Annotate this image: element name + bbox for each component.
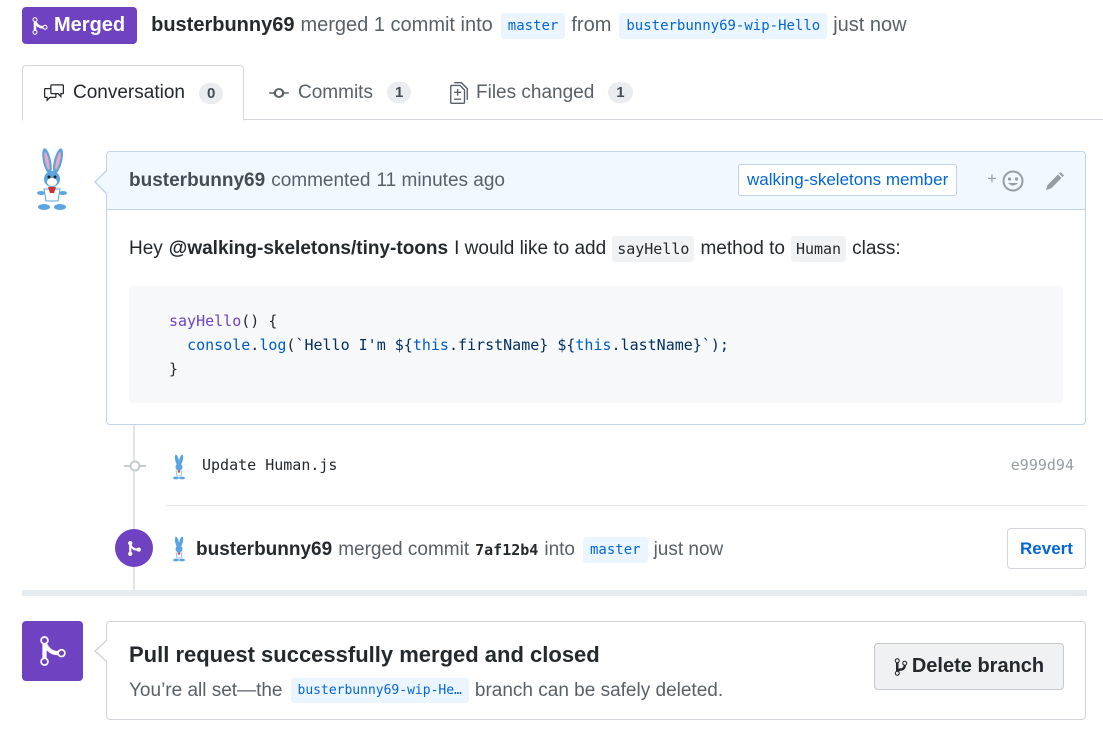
code-block: sayHello() { console.log(`Hello I'm ${th… (129, 286, 1063, 403)
merge-status-box: Pull request successfully merged and clo… (106, 621, 1086, 720)
commit-message-link[interactable]: Update Human.js (202, 456, 337, 474)
merged-status-icon-box (22, 621, 83, 681)
merge-status-description: You’re all set—the busterbunny69-wip-He…… (129, 678, 723, 703)
comment-discussion-icon (44, 84, 64, 102)
pencil-icon[interactable] (1043, 171, 1065, 193)
tab-commits-label: Commits (298, 81, 373, 103)
tab-files-changed-label: Files changed (476, 81, 595, 103)
comment-text-mid: I would like to add (454, 238, 607, 259)
commit-author-avatar[interactable] (170, 454, 188, 480)
inline-code-class: Human (790, 236, 847, 262)
author-role-badge: walking-skeletons member (738, 164, 958, 196)
merge-event-text: busterbunny69 merged commit 7af12b4 into… (196, 537, 723, 563)
git-merge-icon (32, 16, 48, 35)
comment-body: Hey @walking-skeletons/tiny-toons I woul… (107, 210, 1085, 403)
merge-event: busterbunny69 merged commit 7af12b4 into… (106, 526, 1086, 570)
code-log: log (259, 336, 287, 354)
merge-summary: busterbunny69 merged 1 commit into maste… (151, 12, 907, 39)
tab-commits-count: 1 (386, 82, 412, 103)
merge-status-title: Pull request successfully merged and clo… (129, 642, 600, 667)
git-commit-dot-icon (124, 460, 146, 472)
comment-author-link[interactable]: busterbunny69 (129, 170, 265, 192)
merge-into-text: into (544, 539, 575, 560)
comment-action: commented (271, 169, 371, 191)
git-merge-icon (39, 636, 66, 666)
status-pointer-fill (96, 641, 107, 661)
code-console: console (187, 336, 251, 354)
merge-action-text: merged 1 commit into (300, 14, 493, 36)
tab-files-changed[interactable]: Files changed 1 (450, 65, 633, 120)
tab-commits[interactable]: Commits 1 (268, 65, 412, 120)
merge-event-time: just now (653, 539, 724, 560)
code-close-brace: } (169, 360, 179, 378)
code-this-2: this (575, 336, 612, 354)
code-line1-rest: () { (241, 312, 278, 330)
header-time: just now (833, 14, 907, 36)
comment-text-prefix: Hey (129, 238, 163, 259)
code-string-start: `Hello I'm ${ (295, 336, 413, 354)
merged-state-badge: Merged (22, 7, 138, 44)
comment-text-suffix: class: (852, 238, 901, 259)
head-branch-label[interactable]: busterbunny69-wip-Hello (619, 12, 828, 39)
file-diff-icon (450, 81, 468, 104)
inline-code-method: sayHello (612, 236, 695, 262)
base-branch-label[interactable]: master (500, 12, 566, 39)
team-mention-link[interactable]: @walking-skeletons/tiny-toons (169, 238, 448, 260)
header-author-link[interactable]: busterbunny69 (151, 14, 294, 37)
git-commit-icon (269, 87, 289, 98)
comment-pointer-fill (96, 171, 107, 193)
commit-event: Update Human.js e999d94 (106, 445, 1086, 487)
author-avatar[interactable] (30, 147, 74, 213)
timeline-separator (166, 505, 1086, 506)
comment-header: busterbunny69 commented 11 minutes ago w… (107, 152, 1085, 210)
merge-event-badge (115, 529, 153, 567)
comment-text-mid2: method to (700, 238, 785, 259)
reaction-plus: + (987, 169, 997, 188)
status-branch-label[interactable]: busterbunny69-wip-He… (290, 678, 469, 703)
timeline-divider (22, 590, 1087, 596)
git-merge-icon (127, 540, 141, 556)
merge-target-branch[interactable]: master (582, 537, 648, 563)
pr-state-header: Merged busterbunny69 merged 1 commit int… (22, 7, 907, 44)
merge-author-avatar[interactable] (170, 535, 188, 563)
code-string-end: .lastName}`); (611, 336, 729, 354)
code-string-mid: .firstName} ${ (448, 336, 576, 354)
merged-state-label: Merged (54, 14, 126, 36)
smiley-icon (1002, 170, 1024, 192)
pr-tabs: Conversation 0 Commits 1 Files changed 1 (22, 65, 1103, 121)
status-desc-suffix: branch can be safely deleted. (474, 679, 724, 701)
revert-button[interactable]: Revert (1007, 528, 1086, 569)
comment-time-link[interactable]: 11 minutes ago (376, 170, 505, 192)
tab-conversation-label: Conversation (73, 82, 185, 103)
git-branch-icon (894, 657, 908, 676)
tab-files-changed-count: 1 (608, 82, 633, 103)
tab-conversation[interactable]: Conversation 0 (22, 65, 245, 121)
tab-conversation-count: 0 (198, 82, 224, 104)
status-desc-prefix: You’re all set—the (129, 679, 283, 701)
delete-branch-label: Delete branch (911, 655, 1045, 677)
add-reaction-button[interactable]: + (987, 169, 1027, 195)
merge-event-action: merged commit (338, 539, 470, 560)
commit-sha-link[interactable]: e999d94 (1011, 456, 1074, 474)
merge-commit-sha-link[interactable]: 7af12b4 (475, 541, 538, 559)
code-this-1: this (412, 336, 449, 354)
merge-author-link[interactable]: busterbunny69 (196, 539, 332, 561)
from-text: from (571, 14, 612, 36)
delete-branch-button[interactable]: Delete branch (874, 643, 1064, 690)
code-fn-name: sayHello (169, 312, 242, 330)
code-dot: . (250, 336, 260, 354)
comment-box: busterbunny69 commented 11 minutes ago w… (106, 151, 1086, 425)
